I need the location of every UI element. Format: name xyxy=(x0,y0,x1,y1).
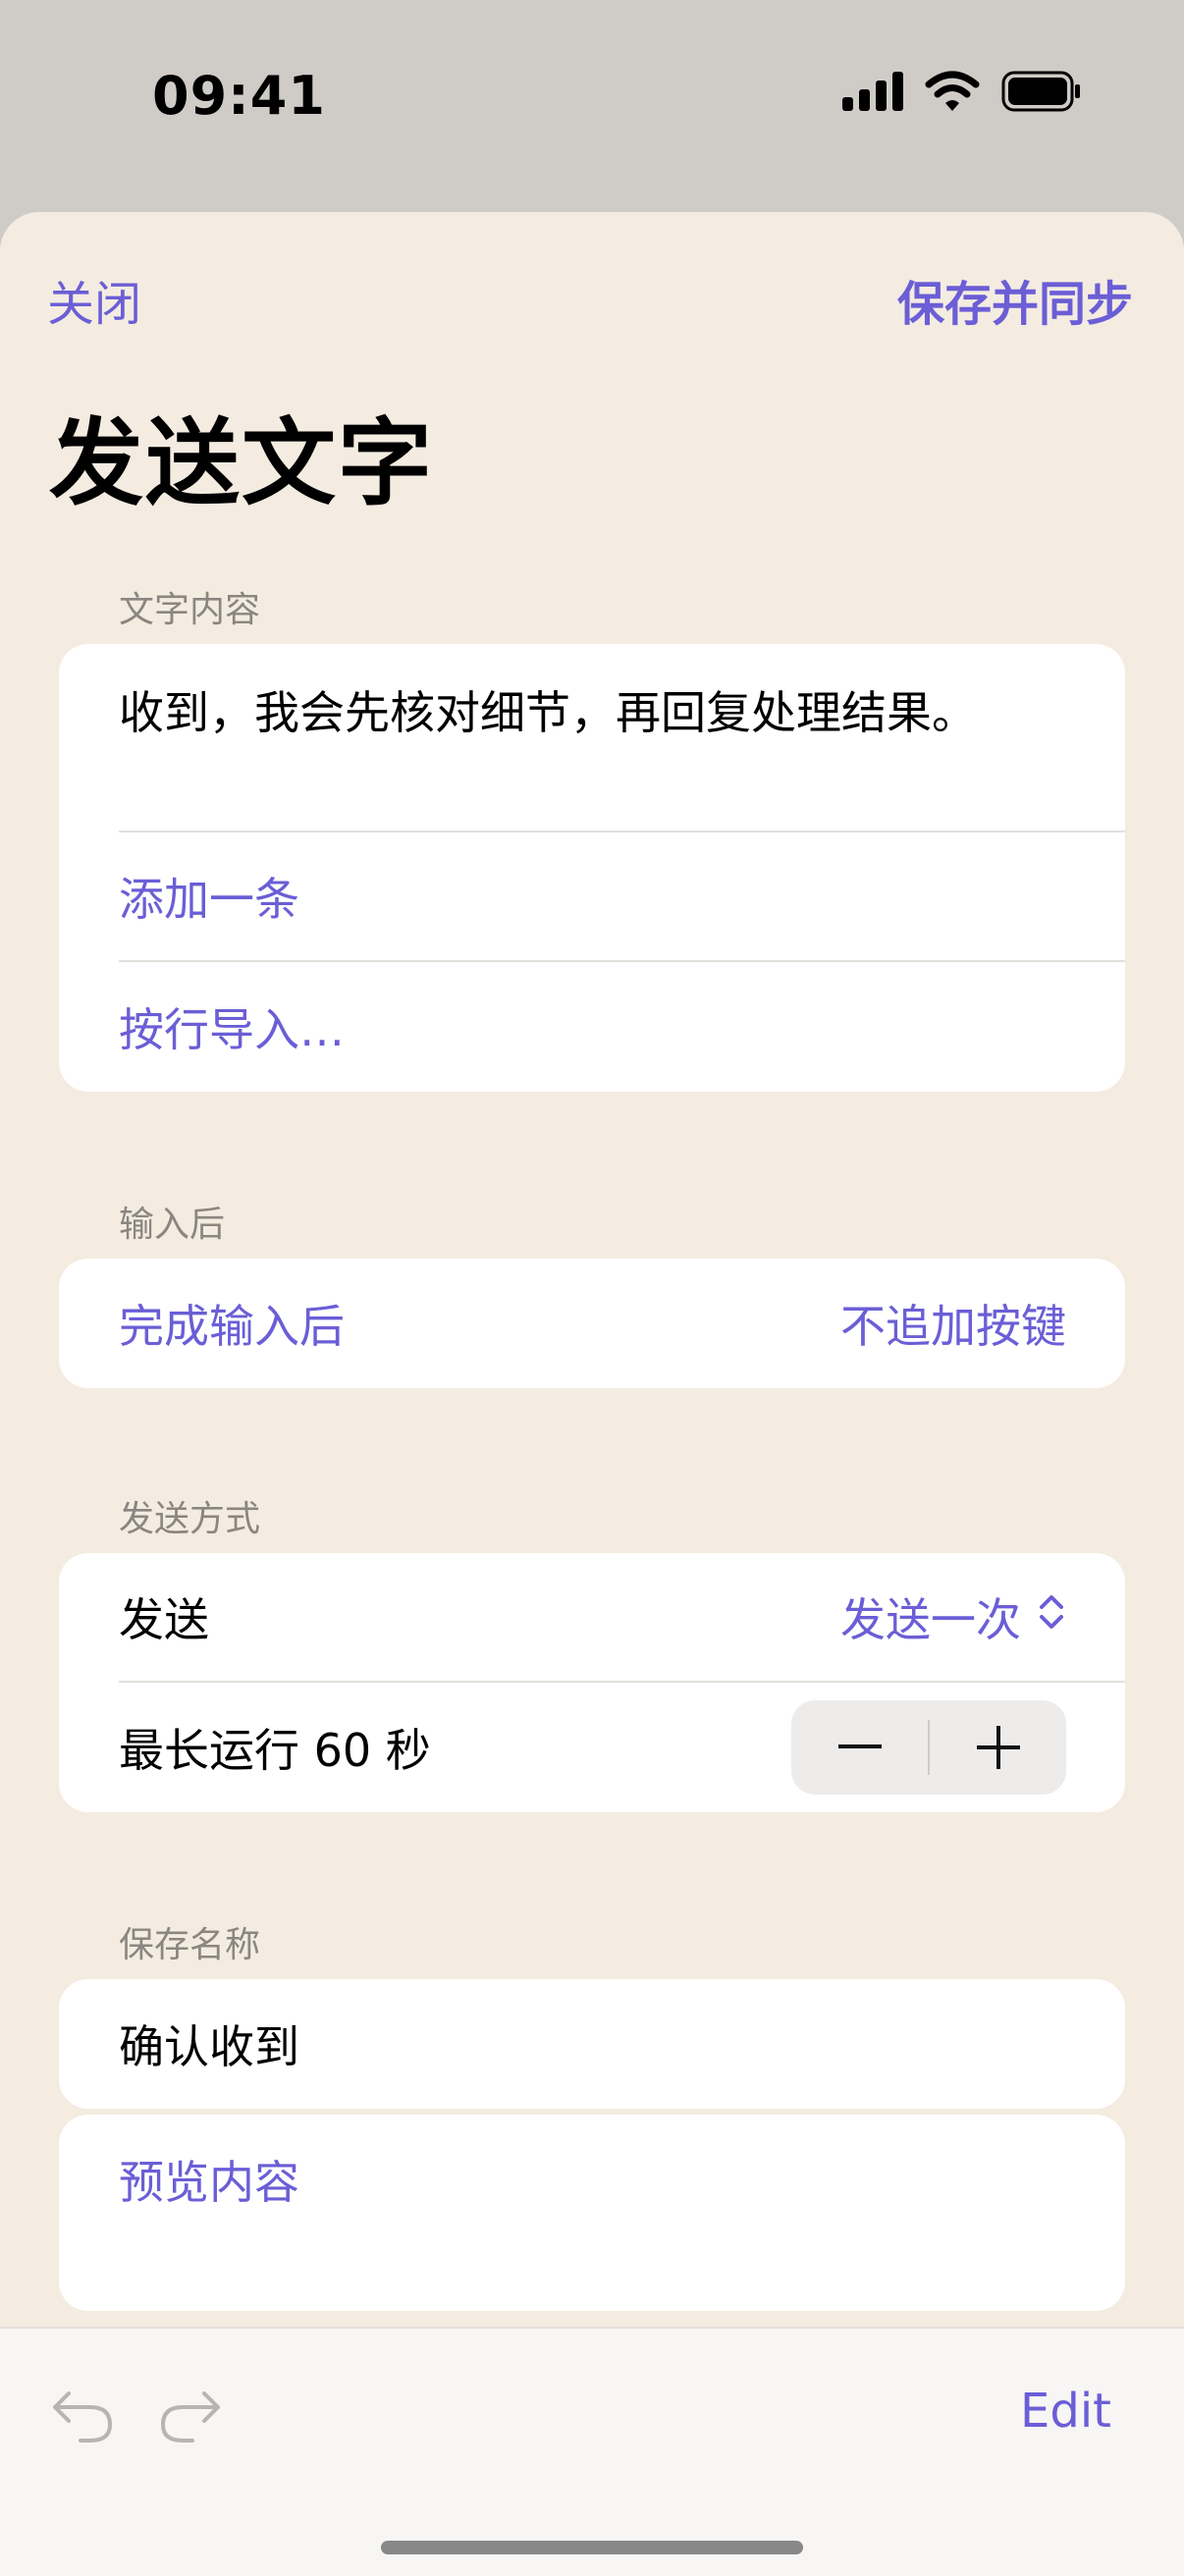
send-mode-section-header: 发送方式 xyxy=(119,1499,261,1539)
page-title: 发送文字 xyxy=(49,408,434,518)
status-icons xyxy=(842,71,1082,116)
minus-icon xyxy=(837,1744,882,1748)
increment-button[interactable] xyxy=(930,1700,1066,1795)
decrement-button[interactable] xyxy=(791,1700,928,1795)
text-content-section-header: 文字内容 xyxy=(119,590,261,630)
edit-button[interactable]: Edit xyxy=(1020,2384,1111,2439)
bottom-toolbar: Edit xyxy=(0,2327,1184,2576)
home-indicator xyxy=(381,2541,803,2554)
send-mode-picker[interactable]: 发送一次 xyxy=(840,1584,1066,1649)
battery-icon xyxy=(1001,71,1082,116)
after-input-row[interactable]: 完成输入后 不追加按键 xyxy=(119,1259,1125,1388)
add-item-button[interactable]: 添加一条 xyxy=(119,832,1125,960)
after-input-card: 完成输入后 不追加按键 xyxy=(59,1259,1125,1388)
wifi-icon xyxy=(925,71,980,116)
text-content-entry[interactable]: 收到，我会先核对细节，再回复处理结果。 xyxy=(119,644,1125,831)
plus-icon xyxy=(976,1726,1020,1769)
redo-icon[interactable] xyxy=(157,2384,222,2448)
save-and-sync-button[interactable]: 保存并同步 xyxy=(897,265,1133,334)
max-run-stepper xyxy=(791,1700,1066,1795)
after-input-section-header: 输入后 xyxy=(119,1205,226,1245)
preview-content-button[interactable]: 预览内容 xyxy=(119,2115,1125,2244)
send-text-sheet: 关闭 保存并同步 发送文字 文字内容 收到，我会先核对细节，再回复处理结果。 添… xyxy=(0,212,1184,2574)
send-mode-value: 发送一次 xyxy=(840,1593,1021,1646)
send-label: 发送 xyxy=(119,1593,209,1646)
import-lines-label: 按行导入… xyxy=(119,1003,345,1056)
save-name-field[interactable]: 确认收到 xyxy=(119,1979,1125,2109)
text-content-card: 收到，我会先核对细节，再回复处理结果。 添加一条 按行导入… xyxy=(59,644,1125,1092)
preview-card: 预览内容 xyxy=(59,2115,1125,2311)
text-content-value: 收到，我会先核对细节，再回复处理结果。 xyxy=(119,686,977,739)
after-input-label: 完成输入后 xyxy=(119,1300,345,1353)
add-item-label: 添加一条 xyxy=(119,873,299,926)
preview-content-label: 预览内容 xyxy=(119,2156,299,2209)
max-run-label: 最长运行 60 秒 xyxy=(119,1724,431,1777)
status-bar: 09:41 xyxy=(0,0,1184,196)
close-button[interactable]: 关闭 xyxy=(47,265,141,334)
save-name-value: 确认收到 xyxy=(119,2020,299,2073)
chevron-up-down-icon xyxy=(1037,1590,1066,1644)
send-mode-card: 发送 发送一次 最长运行 60 秒 xyxy=(59,1553,1125,1812)
save-name-section-header: 保存名称 xyxy=(119,1925,261,1965)
cellular-signal-icon xyxy=(842,72,903,115)
after-input-value: 不追加按键 xyxy=(840,1300,1066,1353)
undo-icon[interactable] xyxy=(51,2384,116,2448)
status-time: 09:41 xyxy=(152,65,326,127)
send-mode-row: 发送 发送一次 xyxy=(119,1553,1125,1681)
save-name-card: 确认收到 xyxy=(59,1979,1125,2109)
import-lines-button[interactable]: 按行导入… xyxy=(119,962,1125,1092)
